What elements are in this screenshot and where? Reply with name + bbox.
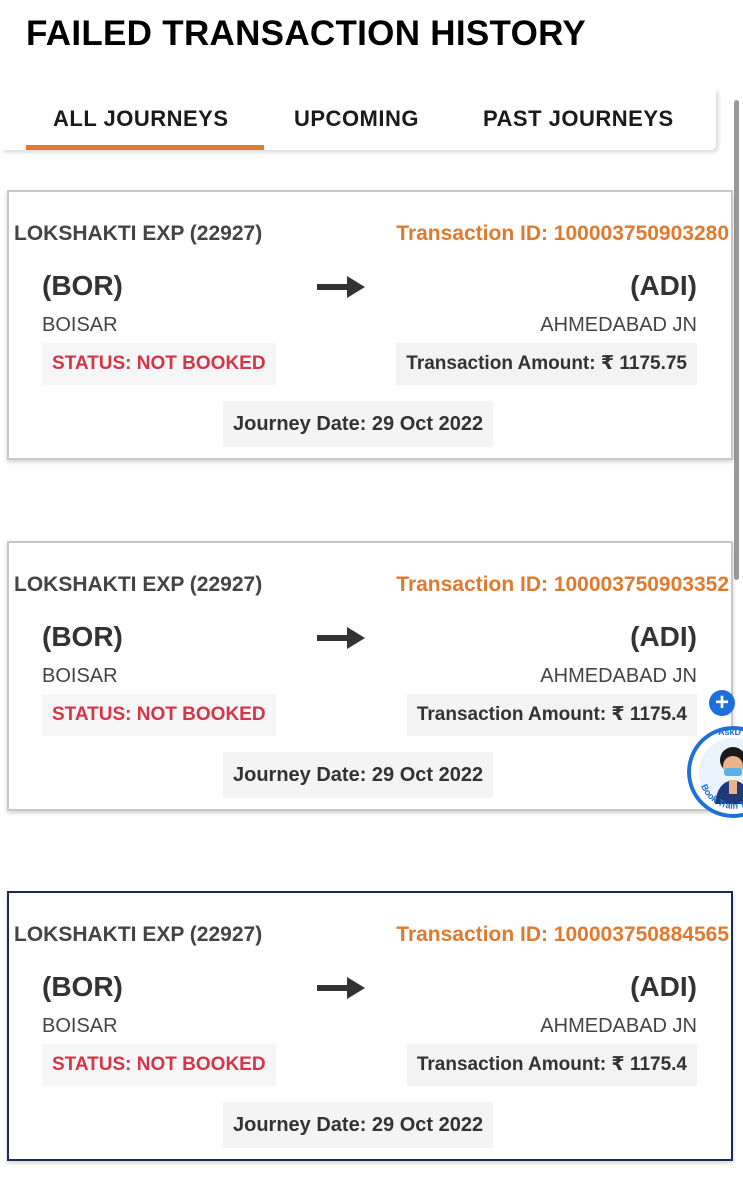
transaction-id: Transaction ID: 100003750903280 xyxy=(396,222,729,245)
plus-icon[interactable]: + xyxy=(709,690,735,716)
tab-upcoming[interactable]: UPCOMING xyxy=(294,106,419,132)
tab-all-journeys[interactable]: ALL JOURNEYS xyxy=(53,106,229,132)
status-badge: STATUS: NOT BOOKED xyxy=(42,694,276,736)
from-station-code: (BOR) xyxy=(42,621,123,652)
train-name: LOKSHAKTI EXP (22927) xyxy=(14,923,263,946)
to-station-name: AHMEDABAD JN xyxy=(540,1015,697,1037)
status-badge: STATUS: NOT BOOKED xyxy=(42,1044,276,1086)
from-station-name: BOISAR xyxy=(42,665,118,687)
to-station-code: (ADI) xyxy=(630,621,697,652)
to-station-name: AHMEDABAD JN xyxy=(540,665,697,687)
to-station-name: AHMEDABAD JN xyxy=(540,314,697,336)
scrollbar-thumb[interactable] xyxy=(734,100,739,580)
transaction-id: Transaction ID: 100003750903352 xyxy=(396,573,729,596)
journey-tabs: ALL JOURNEYS UPCOMING PAST JOURNEYS xyxy=(0,88,716,150)
assistant-label: AskD xyxy=(718,727,742,737)
from-station-name: BOISAR xyxy=(42,1015,118,1037)
journey-date: Journey Date: 29 Oct 2022 xyxy=(223,1102,494,1148)
transaction-card[interactable]: LOKSHAKTI EXP (22927) Transaction ID: 10… xyxy=(7,190,733,460)
transaction-card-selected[interactable]: LOKSHAKTI EXP (22927) Transaction ID: 10… xyxy=(7,891,733,1161)
transaction-amount: Transaction Amount: ₹ 1175.4 xyxy=(406,694,697,736)
arrow-right-icon xyxy=(317,627,365,649)
train-name: LOKSHAKTI EXP (22927) xyxy=(14,222,263,245)
transaction-card[interactable]: LOKSHAKTI EXP (22927) Transaction ID: 10… xyxy=(7,541,733,811)
to-station-code: (ADI) xyxy=(630,971,697,1002)
to-station-code: (ADI) xyxy=(630,270,697,301)
tab-past-journeys[interactable]: PAST JOURNEYS xyxy=(483,106,674,132)
status-badge: STATUS: NOT BOOKED xyxy=(42,343,276,385)
transaction-amount: Transaction Amount: ₹ 1175.75 xyxy=(396,343,697,385)
page-title: FAILED TRANSACTION HISTORY xyxy=(26,14,587,53)
transaction-amount: Transaction Amount: ₹ 1175.4 xyxy=(406,1044,697,1086)
from-station-code: (BOR) xyxy=(42,971,123,1002)
train-name: LOKSHAKTI EXP (22927) xyxy=(14,573,263,596)
journey-date: Journey Date: 29 Oct 2022 xyxy=(223,752,494,798)
from-station-code: (BOR) xyxy=(42,270,123,301)
transaction-id: Transaction ID: 100003750884565 xyxy=(396,923,729,946)
journey-date: Journey Date: 29 Oct 2022 xyxy=(223,401,494,447)
from-station-name: BOISAR xyxy=(42,314,118,336)
arrow-right-icon xyxy=(317,977,365,999)
arrow-right-icon xyxy=(317,276,365,298)
active-tab-indicator xyxy=(26,145,264,150)
